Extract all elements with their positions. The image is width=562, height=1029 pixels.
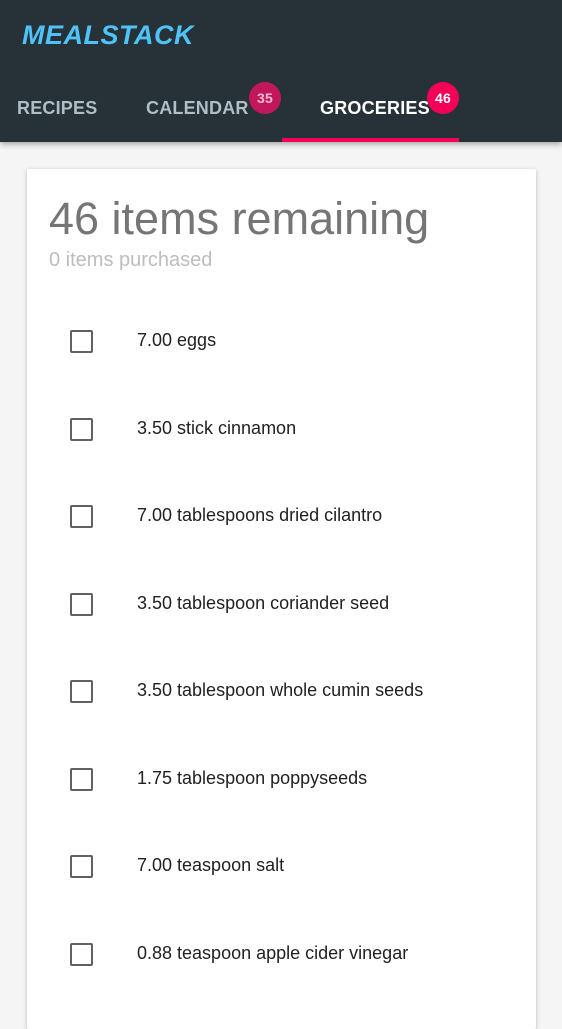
grocery-list-card: 46 items remaining 0 items purchased 7.0…: [27, 169, 536, 1029]
grocery-item-label: 3.50 tablespoon whole cumin seeds: [137, 680, 424, 700]
grocery-item-label: 7.00 tablespoons dried cilantro: [137, 505, 383, 525]
grocery-item[interactable]: 0.88 teaspoon apple cider vinegar: [27, 910, 536, 998]
grocery-item[interactable]: 7.00 teaspoon salt: [27, 822, 536, 910]
app-title[interactable]: MEALSTACK: [22, 20, 194, 51]
grocery-item-label: 7.00 eggs: [137, 330, 217, 350]
tab-calendar[interactable]: CALENDAR 35: [128, 82, 282, 142]
app-bar: MEALSTACK RECIPES CALENDAR 35 GROCERIES …: [0, 0, 562, 142]
tab-groceries-label: GROCERIES: [320, 98, 430, 118]
grocery-item-checkbox[interactable]: [70, 330, 93, 353]
grocery-item-checkbox[interactable]: [70, 592, 93, 616]
items-remaining-heading: 46 items remaining: [49, 193, 430, 244]
tab-recipes-label: RECIPES: [17, 98, 98, 118]
active-tab-indicator: [282, 138, 459, 142]
tab-calendar-label: CALENDAR: [146, 98, 249, 118]
grocery-item-checkbox[interactable]: [70, 417, 93, 441]
grocery-item-label: 0.88 teaspoon apple cider vinegar: [137, 942, 409, 963]
grocery-item-checkbox[interactable]: [70, 505, 93, 528]
grocery-item-checkbox[interactable]: [70, 942, 93, 966]
grocery-list: 7.00 eggs 3.50 stick cinnamon 7.00 table…: [27, 297, 536, 997]
grocery-item-label: 3.50 stick cinnamon: [137, 417, 297, 438]
tab-groceries[interactable]: GROCERIES 46: [282, 82, 459, 142]
calendar-count-badge: 35: [249, 82, 281, 114]
grocery-item-label: 1.75 tablespoon poppyseeds: [137, 767, 368, 788]
grocery-item[interactable]: 3.50 stick cinnamon: [27, 385, 536, 473]
grocery-item-checkbox[interactable]: [70, 855, 93, 878]
grocery-item-label: 3.50 tablespoon coriander seed: [137, 592, 390, 613]
grocery-item-checkbox[interactable]: [70, 767, 93, 791]
grocery-item[interactable]: 7.00 eggs: [27, 297, 536, 385]
grocery-item[interactable]: 3.50 tablespoon coriander seed: [27, 560, 536, 648]
grocery-item[interactable]: 1.75 tablespoon poppyseeds: [27, 735, 536, 823]
grocery-item-label: 7.00 teaspoon salt: [137, 855, 285, 875]
grocery-item-checkbox[interactable]: [70, 680, 93, 703]
tab-recipes[interactable]: RECIPES: [0, 84, 110, 142]
grocery-item[interactable]: 7.00 tablespoons dried cilantro: [27, 472, 536, 560]
grocery-item[interactable]: 3.50 tablespoon whole cumin seeds: [27, 647, 536, 735]
groceries-count-badge: 46: [427, 82, 459, 114]
items-purchased-subheading: 0 items purchased: [49, 249, 213, 271]
